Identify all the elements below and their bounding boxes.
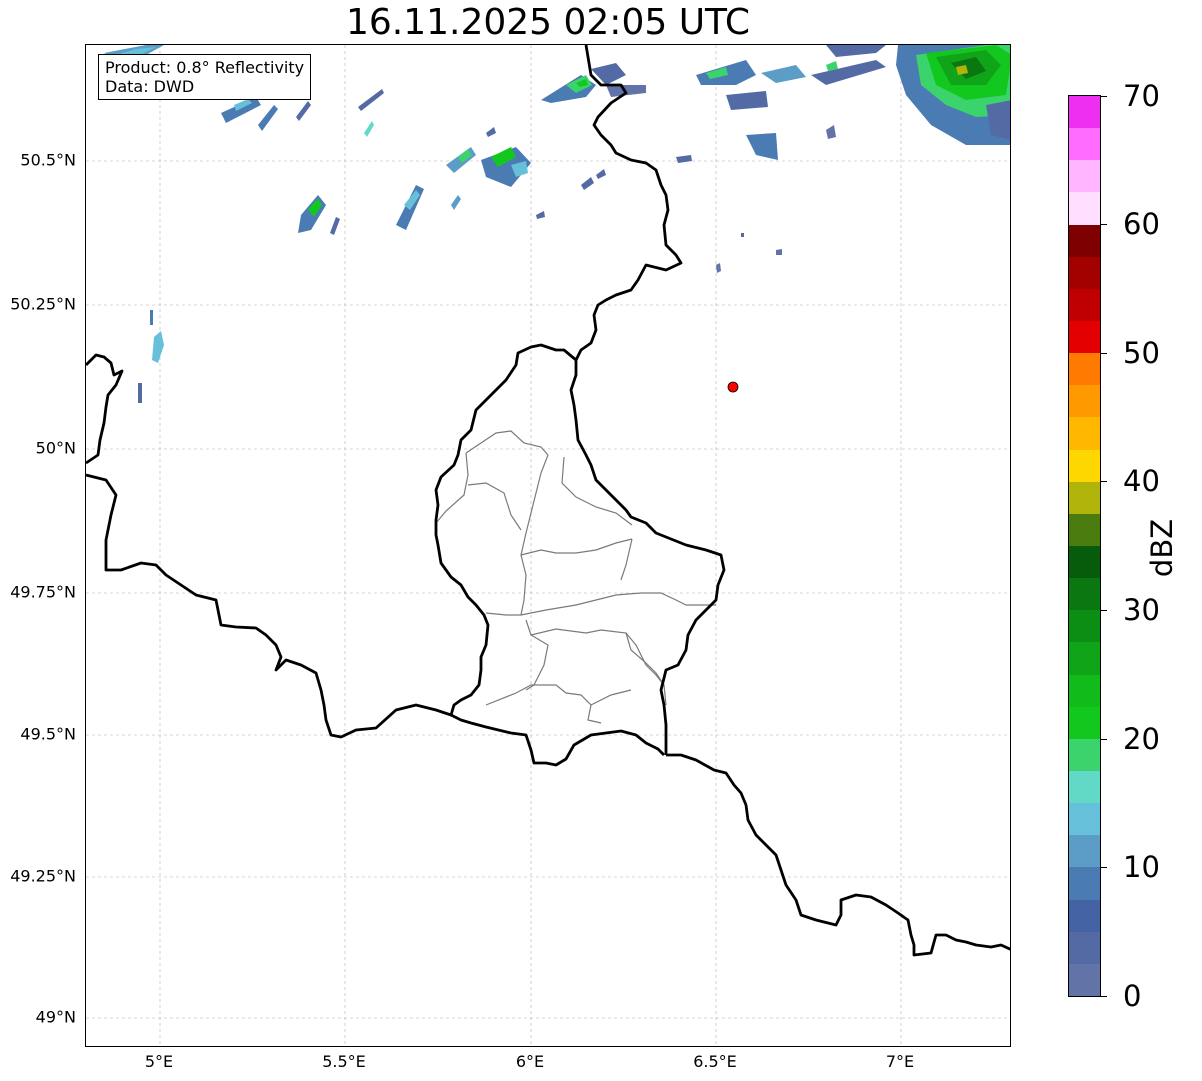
colorbar-tick-label: 10 bbox=[1123, 850, 1160, 884]
map-canvas bbox=[86, 45, 1010, 1046]
colorbar-tick-label: 0 bbox=[1123, 979, 1142, 1013]
colorbar-tick-mark bbox=[1101, 739, 1107, 740]
colorbar-tick-mark bbox=[1101, 867, 1107, 868]
colorbar-tick-mark bbox=[1101, 996, 1107, 997]
colorbar-segment bbox=[1069, 481, 1100, 514]
colorbar-tick-mark bbox=[1101, 224, 1107, 225]
colorbar-segment bbox=[1069, 738, 1100, 771]
colorbar-segment bbox=[1069, 578, 1100, 611]
product-label: Product: 0.8° Reflectivity bbox=[105, 58, 305, 77]
colorbar-segment bbox=[1069, 353, 1100, 386]
colorbar-tick-label: 40 bbox=[1123, 464, 1160, 498]
lon-tick-label: 7°E bbox=[885, 1052, 915, 1071]
lat-tick-label: 50°N bbox=[35, 438, 76, 458]
lat-tick-label: 50.25°N bbox=[10, 294, 76, 314]
radar-site-marker[interactable] bbox=[727, 381, 739, 393]
colorbar-tick-label: 20 bbox=[1123, 722, 1160, 756]
lat-tick-label: 49.75°N bbox=[10, 582, 76, 602]
colorbar-tick-mark bbox=[1101, 481, 1107, 482]
colorbar-segment bbox=[1069, 610, 1100, 643]
lon-tick-label: 5°E bbox=[144, 1052, 174, 1071]
map-title: 16.11.2025 02:05 UTC bbox=[345, 2, 751, 43]
colorbar-segment bbox=[1069, 320, 1100, 354]
district-borders bbox=[435, 430, 716, 724]
lon-tick-label: 6.5°E bbox=[693, 1052, 737, 1071]
colorbar-segment bbox=[1069, 128, 1100, 161]
lon-tick-label: 6°E bbox=[515, 1052, 545, 1071]
colorbar-segment bbox=[1069, 224, 1100, 257]
colorbar-tick-mark bbox=[1101, 610, 1107, 611]
colorbar-tick-mark bbox=[1101, 353, 1107, 354]
colorbar-segment bbox=[1069, 513, 1100, 546]
lat-tick-label: 50.5°N bbox=[20, 150, 76, 170]
lon-tick-label: 5.5°E bbox=[322, 1052, 366, 1071]
colorbar bbox=[1068, 95, 1101, 997]
national-borders bbox=[86, 45, 1010, 957]
colorbar-segment bbox=[1069, 160, 1100, 193]
colorbar-tick-label: 50 bbox=[1123, 336, 1160, 370]
colorbar-tick-label: 70 bbox=[1123, 79, 1160, 113]
colorbar-segment bbox=[1069, 770, 1100, 804]
colorbar-segment bbox=[1069, 803, 1100, 836]
colorbar-segment bbox=[1069, 288, 1100, 321]
colorbar-tick-label: 30 bbox=[1123, 593, 1160, 627]
data-source-label: Data: DWD bbox=[105, 77, 195, 96]
colorbar-segment bbox=[1069, 867, 1100, 900]
colorbar-tick-mark bbox=[1101, 96, 1107, 97]
lat-tick-label: 49.25°N bbox=[10, 866, 76, 886]
product-info-box: Product: 0.8° Reflectivity Data: DWD bbox=[98, 54, 312, 100]
colorbar-segment bbox=[1069, 256, 1100, 289]
colorbar-tick-label: 60 bbox=[1123, 207, 1160, 241]
lat-tick-label: 49°N bbox=[35, 1007, 76, 1027]
radar-map[interactable]: Product: 0.8° Reflectivity Data: DWD bbox=[85, 44, 1011, 1047]
colorbar-unit-label: dBZ bbox=[1145, 518, 1179, 578]
colorbar-segment bbox=[1069, 385, 1100, 418]
colorbar-segment bbox=[1069, 545, 1100, 579]
colorbar-segment bbox=[1069, 642, 1100, 675]
colorbar-segment bbox=[1069, 96, 1100, 129]
colorbar-segment bbox=[1069, 449, 1100, 482]
colorbar-segment bbox=[1069, 674, 1100, 707]
colorbar-segment bbox=[1069, 192, 1100, 225]
colorbar-segment bbox=[1069, 899, 1100, 932]
colorbar-segment bbox=[1069, 931, 1100, 964]
colorbar-segment bbox=[1069, 706, 1100, 739]
colorbar-segment bbox=[1069, 963, 1100, 996]
lat-tick-label: 49.5°N bbox=[20, 724, 76, 744]
colorbar-segment bbox=[1069, 417, 1100, 450]
colorbar-segment bbox=[1069, 835, 1100, 868]
